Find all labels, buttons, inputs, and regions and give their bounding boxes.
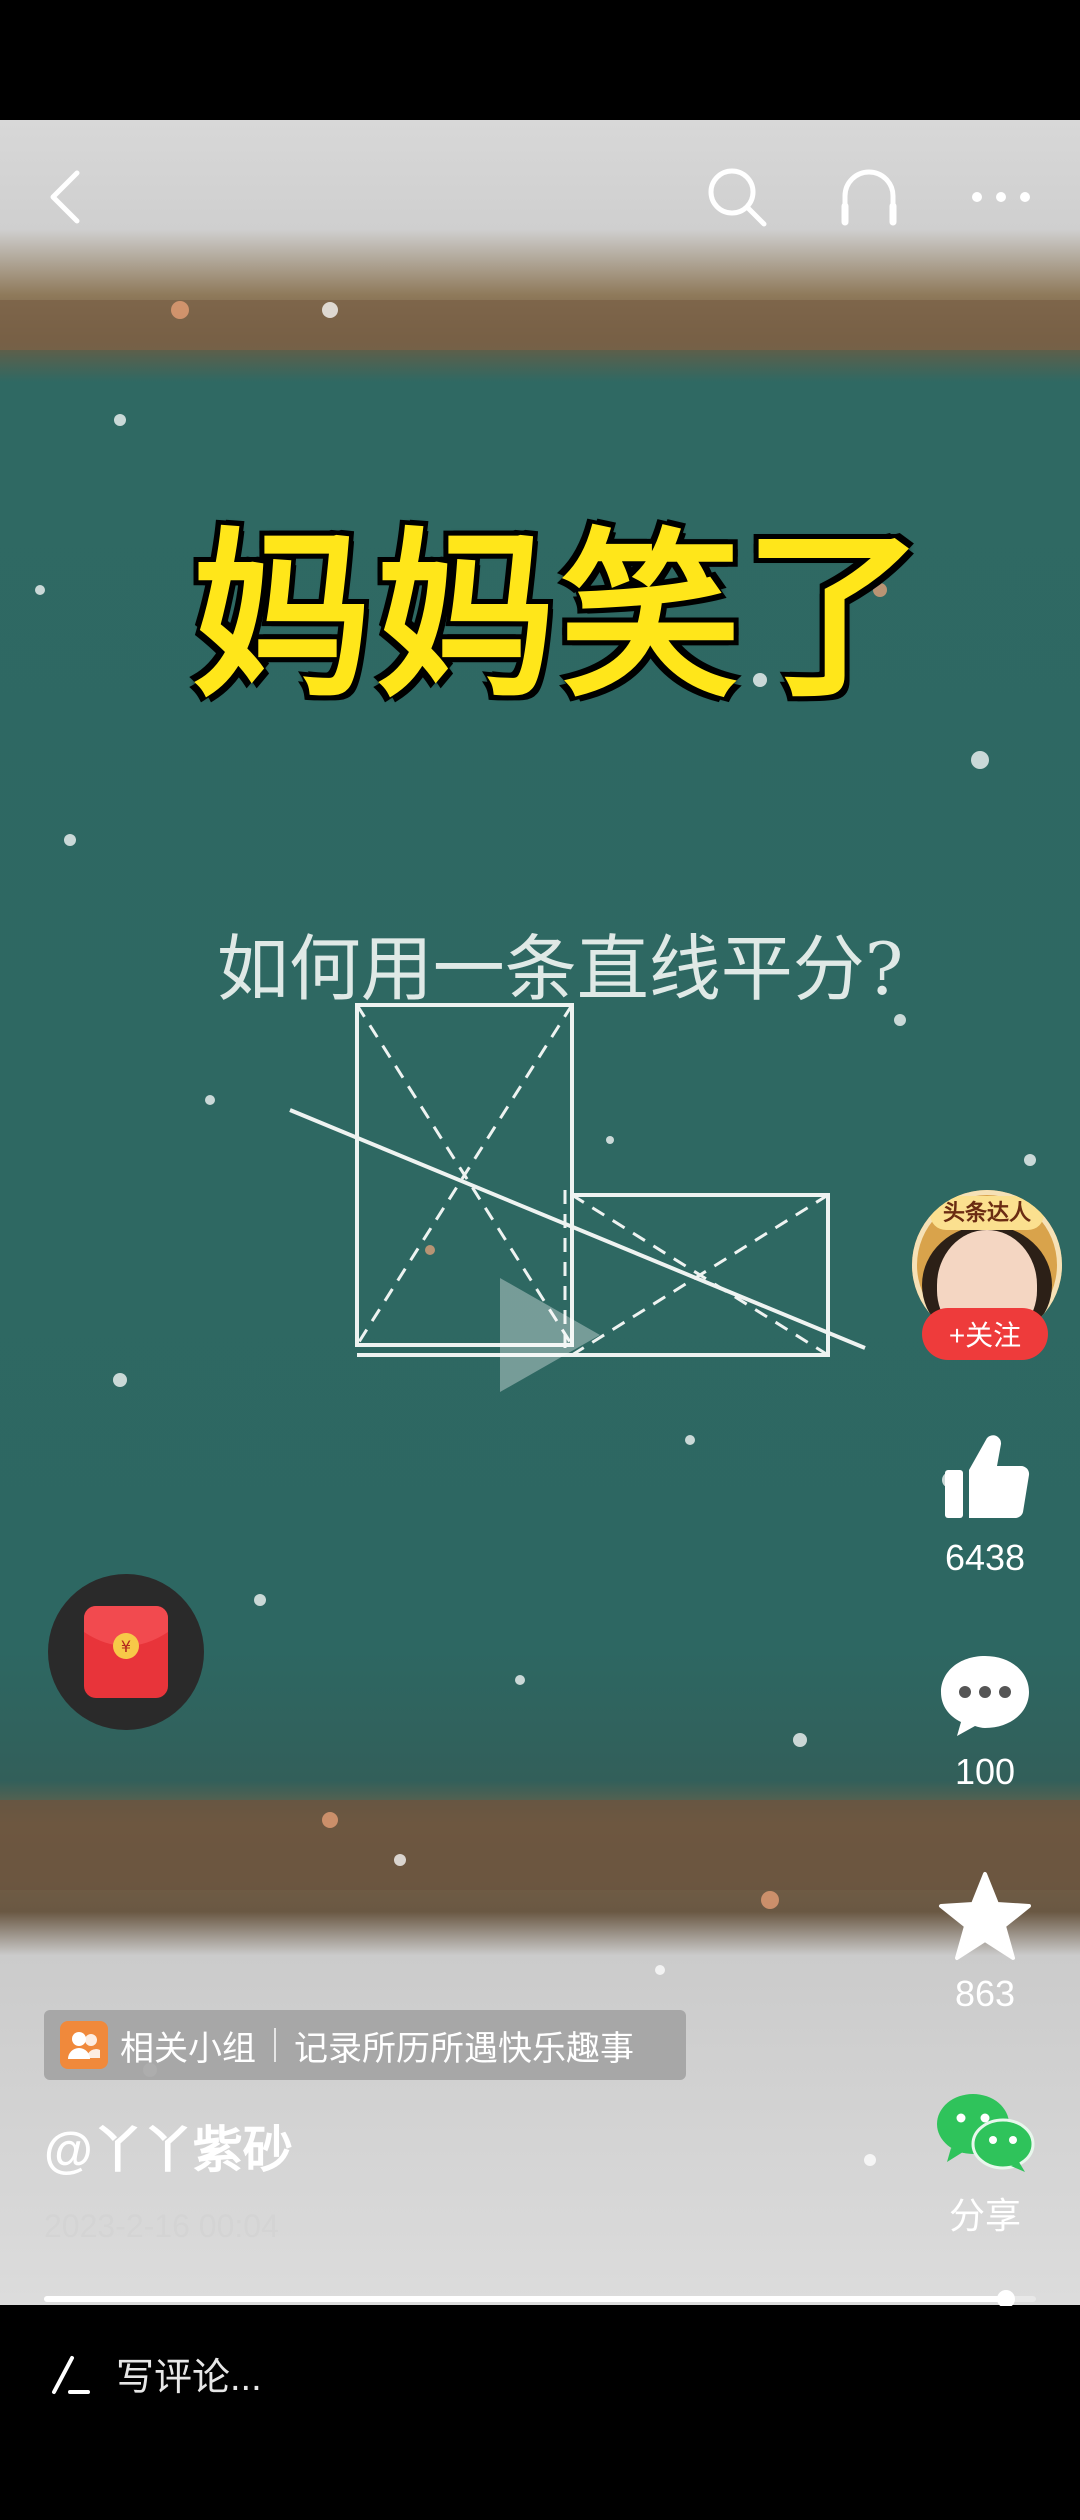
top-nav: [0, 120, 1080, 280]
progress-fill: [44, 2296, 1007, 2302]
video-caption-title: 妈妈笑了: [191, 513, 928, 722]
post-timestamp: 2023-2-16 00:04: [44, 2208, 279, 2244]
comment-input[interactable]: 写评论...: [50, 2346, 262, 2401]
group-name: 记录所历所遇快乐趣事: [294, 2029, 634, 2068]
related-group-chip[interactable]: 相关小组 记录所历所遇快乐趣事: [44, 2010, 686, 2080]
avatar-badge: 头条达人: [930, 1196, 1044, 1230]
thumbs-up-icon: [945, 1435, 1030, 1519]
comment-placeholder: 写评论...: [116, 2357, 262, 2399]
comment-count: 100: [954, 1751, 1016, 1792]
wechat-share-icon: [937, 2094, 1035, 2172]
group-label: 相关小组: [120, 2029, 256, 2068]
svg-text:¥: ¥: [121, 1637, 131, 1656]
like-count: 6438: [944, 1537, 1026, 1578]
chip-divider: [274, 2028, 276, 2062]
comment-bubble-icon: [941, 1656, 1029, 1736]
author-username[interactable]: @丫丫紫砂: [44, 2110, 293, 2182]
like-action[interactable]: 6438: [900, 1430, 1070, 1579]
comment-action[interactable]: 100: [900, 1650, 1070, 1793]
headphones-icon[interactable]: [824, 152, 914, 242]
share-action[interactable]: 分享: [900, 2090, 1070, 2239]
red-envelope-icon: ¥: [84, 1606, 168, 1698]
more-icon[interactable]: [956, 152, 1046, 242]
share-label: 分享: [948, 2195, 1021, 2236]
follow-button[interactable]: +关注: [922, 1308, 1048, 1360]
favorite-count: 863: [954, 1973, 1016, 2014]
favorite-action[interactable]: 863: [900, 1870, 1070, 2015]
search-icon[interactable]: [692, 152, 782, 242]
video-progress-bar[interactable]: [44, 2290, 1036, 2308]
back-icon[interactable]: [20, 152, 110, 242]
play-icon[interactable]: [490, 1270, 610, 1400]
comment-bar: 写评论...: [0, 2306, 1080, 2520]
pen-icon: [52, 2355, 90, 2394]
action-rail: 头条达人 +关注 6438 100 863 分享: [900, 1180, 1070, 2280]
chalk-question-text: 如何用一条直线平分?: [216, 927, 904, 1011]
star-icon: [939, 1872, 1031, 1960]
red-packet-button[interactable]: ¥: [48, 1574, 204, 1730]
status-bar-area: [0, 0, 1080, 120]
group-icon: [60, 2021, 108, 2069]
